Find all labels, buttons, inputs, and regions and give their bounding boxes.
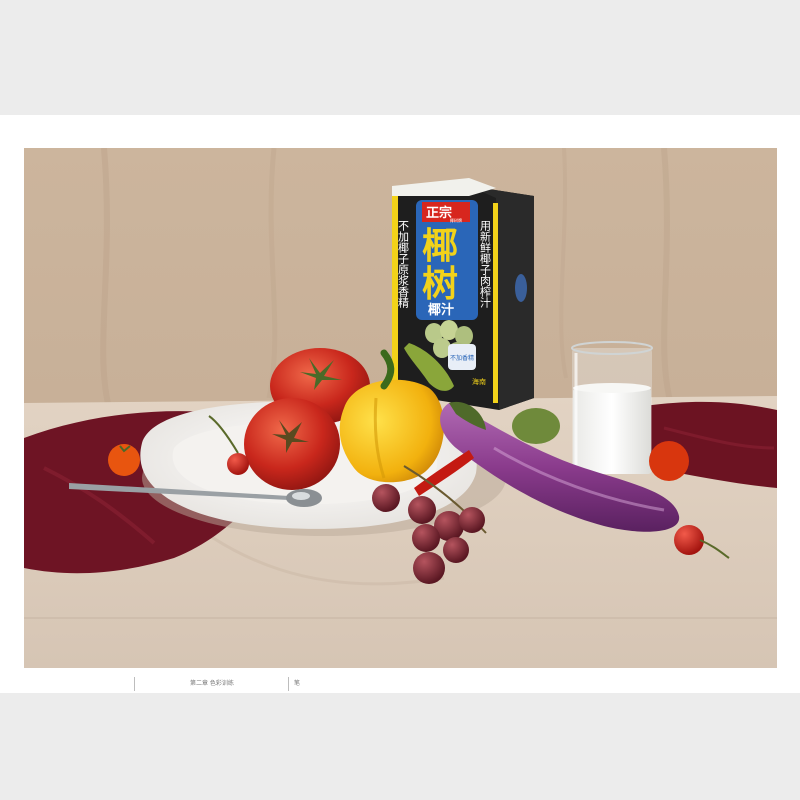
carton-badge-small: 椰树牌	[450, 217, 462, 223]
tomato-front	[244, 398, 340, 490]
carton-sub-name: 椰汁	[428, 302, 454, 318]
coconut-juice-carton: 正宗 椰树牌 椰 树 椰汁 不加椰子原浆香精 用新鲜椰子肉榨汁 不加香精 海南	[392, 178, 534, 410]
glass-of-milk	[571, 341, 653, 474]
still-life-photo: 正宗 椰树牌 椰 树 椰汁 不加椰子原浆香精 用新鲜椰子肉榨汁 不加香精 海南	[24, 148, 777, 668]
carton-bottom-small: 海南	[472, 377, 486, 386]
book-page: 正宗 椰树牌 椰 树 椰汁 不加椰子原浆香精 用新鲜椰子肉榨汁 不加香精 海南	[0, 115, 800, 693]
footer-rule-left	[134, 677, 135, 691]
footer-chapter: 第二章 色彩训练	[190, 680, 234, 687]
carton-main-name-1: 椰	[422, 226, 458, 267]
footer-page-mark: 笔	[294, 680, 301, 687]
carton-right-slogan: 用新鲜椰子肉榨汁	[479, 220, 492, 309]
cherry-tomato-right	[649, 441, 689, 481]
carton-badge: 正宗	[426, 205, 452, 221]
carton-main-name-2: 树	[422, 264, 458, 305]
carton-left-slogan: 不加椰子原浆香精	[397, 220, 410, 308]
footer-rule-right	[288, 677, 289, 691]
carton-label-small: 不加香精	[450, 354, 474, 362]
cherry-tomato-left	[108, 444, 140, 476]
green-eggplant	[512, 408, 560, 444]
